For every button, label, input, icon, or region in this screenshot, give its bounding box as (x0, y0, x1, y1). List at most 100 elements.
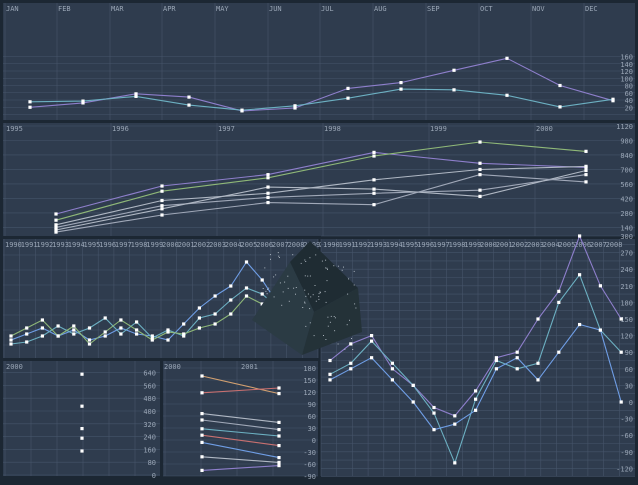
cube-speckle (304, 259, 306, 261)
yearly-data-point (478, 188, 482, 192)
yearly-data-point (266, 173, 270, 177)
pairs-data-point (277, 444, 281, 448)
cube-speckle (282, 291, 284, 293)
scatter-y-tick-label: 160 (143, 446, 156, 454)
cube-speckle (295, 287, 297, 288)
yearly-data-point (266, 191, 270, 195)
scatter-data-point (80, 449, 84, 453)
scatter-y-tick-label: 640 (143, 370, 156, 378)
cube-speckle (324, 291, 326, 293)
signed-right-y-tick-label: -120 (616, 465, 633, 473)
signed-right-x-tick-label: 1997 (433, 241, 450, 249)
cube-speckle (312, 294, 314, 296)
monthly-data-point (611, 97, 615, 101)
cube-speckle (305, 261, 307, 262)
yearly-x-tick-label: 2000 (536, 125, 553, 133)
cube-speckle (349, 319, 350, 321)
yearly-data-point (266, 195, 270, 200)
yearly-data-point (372, 150, 376, 154)
annual-left-x-tick-label: 1991 (21, 241, 38, 249)
annual-left-x-tick-label: 2001 (178, 241, 195, 249)
pairs-data-point (200, 455, 204, 459)
pairs-data-point (200, 412, 204, 416)
cube-speckle (315, 254, 317, 256)
annual-left-data-point (135, 328, 139, 332)
cube-speckle (267, 288, 268, 290)
annual-left-data-point (197, 316, 201, 320)
cube-speckle (325, 259, 327, 261)
annual-left-data-point (25, 340, 29, 344)
signed-right-x-tick-label: 2008 (606, 241, 623, 249)
yearly-data-point (266, 185, 270, 189)
signed-right-data-point (432, 411, 436, 415)
cube-speckle (309, 322, 311, 324)
signed-right-y-tick-label: 270 (620, 250, 633, 258)
chart-canvas: JAN FEB MAR APR MAY JUN JUL AUG SEP OCT NOV DEC2040… (3, 3, 635, 481)
signed-right-y-tick-label: 90 (625, 349, 633, 357)
pairs-data-point (277, 456, 281, 460)
cube-speckle (284, 281, 286, 283)
yearly-y-tick-label: 840 (620, 152, 633, 160)
pairs-data-point (200, 374, 204, 378)
annual-left-data-point (135, 332, 139, 336)
signed-right-data-point (578, 273, 582, 277)
signed-right-x-tick-label: 2003 (527, 241, 544, 249)
cube-speckle (277, 252, 279, 254)
signed-right-data-point (432, 405, 436, 410)
pairs-x-tick-label: 2000 (164, 363, 181, 371)
cube-speckle (334, 317, 336, 319)
cube-speckle (355, 307, 357, 309)
cube-speckle (343, 266, 344, 268)
cube-speckle (270, 258, 271, 260)
annual-left-data-point (56, 324, 60, 328)
signed-right-data-point (328, 372, 332, 376)
yearly-data-point (372, 154, 376, 158)
signed-right-x-tick-label: 2004 (543, 241, 560, 249)
monthly-data-point (28, 100, 32, 104)
cube-speckle (305, 295, 307, 297)
scatter-y-tick-label: 0 (152, 472, 156, 480)
yearly-x-tick-label: 1995 (6, 125, 23, 133)
panel-scatter (3, 361, 160, 476)
scatter-y-tick-label: 560 (143, 382, 156, 390)
annual-left-data-point (87, 342, 92, 346)
signed-right-x-tick-label: 2001 (496, 241, 513, 249)
yearly-y-tick-label: 140 (620, 224, 633, 232)
cube-speckle (268, 287, 270, 289)
signed-right-x-tick-label: 1998 (449, 241, 466, 249)
pairs-data-point (200, 440, 204, 444)
monthly-data-point (187, 95, 191, 99)
annual-left-data-point (25, 332, 29, 336)
yearly-x-tick-label: 1999 (430, 125, 447, 133)
yearly-data-point (478, 167, 482, 172)
cube-speckle (262, 288, 264, 289)
cube-speckle (293, 287, 295, 289)
signed-right-data-point (536, 361, 540, 365)
annual-left-x-tick-label: 2004 (225, 241, 242, 249)
cube-speckle (273, 276, 275, 278)
scatter-data-point (80, 427, 84, 431)
annual-left-data-point (9, 338, 13, 342)
annual-left-data-point (244, 286, 249, 290)
cube-speckle (304, 275, 306, 277)
pairs-y-tick-label: -30 (303, 449, 316, 457)
signed-right-data-point (349, 367, 353, 371)
annual-left-data-point (244, 294, 249, 298)
cube-speckle (318, 296, 320, 298)
annual-left-data-point (213, 312, 217, 316)
cube-speckle (295, 293, 296, 295)
signed-right-data-point (619, 400, 623, 404)
signed-right-data-point (349, 361, 353, 365)
signed-right-data-point (411, 383, 415, 388)
pairs-data-point (200, 468, 204, 472)
annual-left-data-point (166, 338, 170, 342)
yearly-data-point (584, 164, 588, 168)
scatter-data-point (80, 436, 84, 440)
signed-right-y-tick-label: -90 (620, 449, 633, 457)
annual-left-data-point (40, 318, 44, 322)
signed-right-data-point (411, 400, 415, 404)
signed-right-data-point (598, 328, 602, 332)
monthly-y-tick-label: 40 (625, 97, 633, 105)
annual-left-x-tick-label: 2002 (193, 241, 210, 249)
pairs-data-point (200, 433, 204, 437)
